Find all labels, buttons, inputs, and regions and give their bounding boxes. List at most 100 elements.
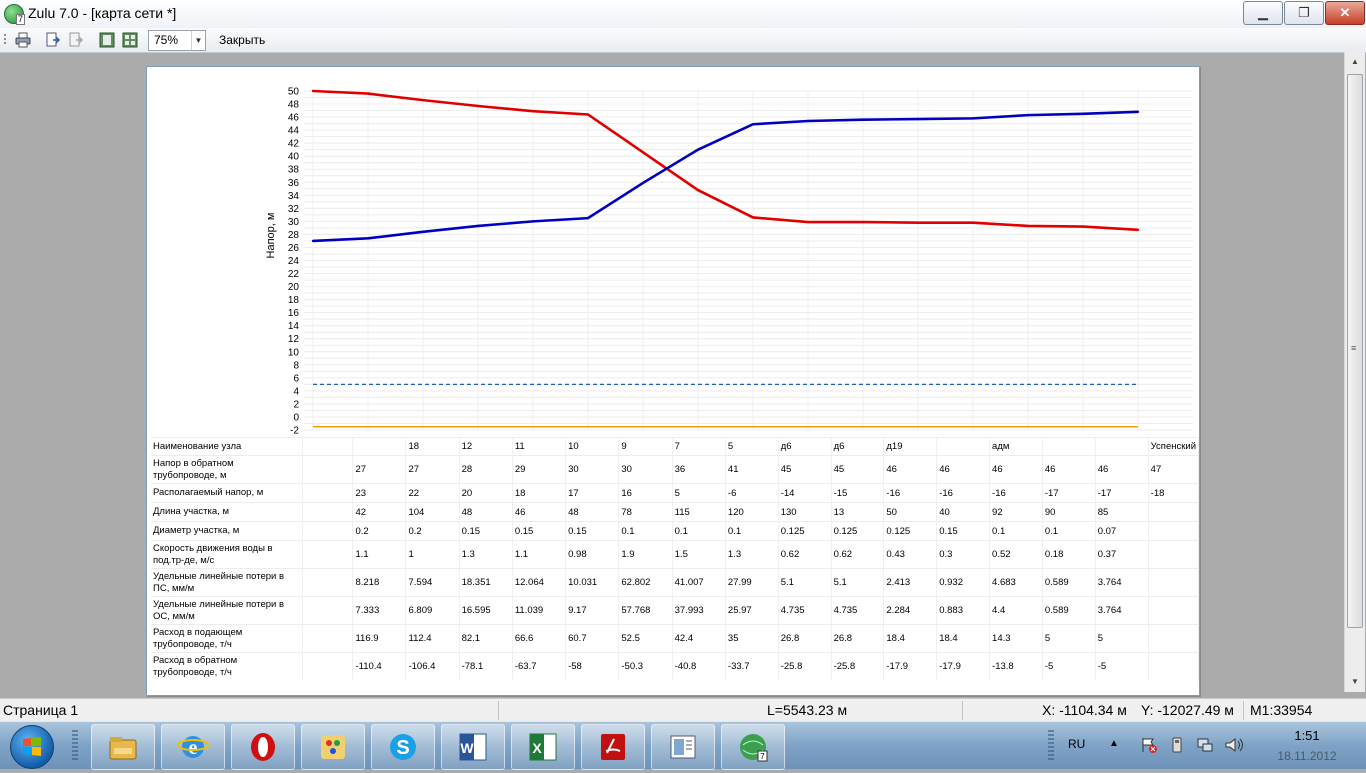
table-cell: 3.764 xyxy=(1095,596,1149,625)
close-window-button[interactable]: ✕ xyxy=(1325,1,1365,25)
taskbar-button-internet-explorer[interactable]: e xyxy=(161,724,225,770)
maximize-button[interactable]: ❐ xyxy=(1284,1,1324,25)
table-cell: 62.802 xyxy=(618,568,673,597)
taskbar-button-document-viewer[interactable] xyxy=(651,724,715,770)
data-point xyxy=(696,148,700,151)
zulu-icon: 7 xyxy=(740,734,768,762)
single-page-icon[interactable] xyxy=(99,32,115,48)
table-cell: -58 xyxy=(565,652,620,681)
table-cell: 48 xyxy=(565,502,620,522)
table-cell: 0.1 xyxy=(725,521,779,541)
table-cell: 30 xyxy=(618,455,673,484)
table-cell: 26.8 xyxy=(778,624,832,653)
table-cell: 0.18 xyxy=(1042,540,1096,569)
close-preview-button[interactable]: Закрыть xyxy=(219,33,265,47)
status-length: L=5543.23 м xyxy=(767,702,848,718)
table-cell: 13 xyxy=(831,502,885,522)
data-point xyxy=(971,117,975,120)
scroll-thumb[interactable]: ≡ xyxy=(1347,74,1363,628)
status-x-coordinate: X: -1104.34 м xyxy=(1042,702,1127,718)
data-point xyxy=(586,216,590,220)
table-cell: 25.97 xyxy=(725,596,779,625)
chevron-down-icon[interactable]: ▼ xyxy=(191,31,205,50)
taskbar-button-zulu[interactable]: 7 xyxy=(721,724,785,770)
table-cell: 46 xyxy=(1095,455,1149,484)
table-cell: д19 xyxy=(883,437,938,456)
table-row: Удельные линейные потери в ПС, мм/м 8.218… xyxy=(151,568,1199,597)
usb-device-icon[interactable] xyxy=(1168,736,1186,754)
table-row: Диаметр участка, м 0.2 0.2 0.15 0.15 0.15 0.1 0… xyxy=(151,521,1199,541)
multi-page-icon[interactable] xyxy=(122,32,138,48)
table-cell: 4.4 xyxy=(989,596,1043,625)
table-cell: 85 xyxy=(1095,502,1149,522)
table-cell: 37.993 xyxy=(672,596,726,625)
table-cell: -63.7 xyxy=(512,652,567,681)
row-label: Длина участка, м xyxy=(151,502,303,522)
table-cell: 90 xyxy=(1042,502,1096,522)
taskbar-button-opera[interactable] xyxy=(231,724,295,770)
table-cell: Успенский xyxy=(1148,437,1199,456)
table-cell xyxy=(936,437,991,456)
print-icon[interactable] xyxy=(15,32,31,48)
table-cell: 42.4 xyxy=(672,624,726,653)
minimize-button[interactable]: ▁ xyxy=(1243,1,1283,25)
table-cell: 27.99 xyxy=(725,568,779,597)
table-cell: -6 xyxy=(725,483,779,503)
y-tick-label: 48 xyxy=(288,100,300,111)
table-cell: 0.98 xyxy=(565,540,620,569)
table-cell xyxy=(1148,596,1199,625)
table-row: Скорость движения воды в под.тр-де, м/с 1… xyxy=(151,540,1199,569)
start-button[interactable] xyxy=(10,725,54,769)
taskbar-button-excel[interactable]: X xyxy=(511,724,575,770)
svg-text:7: 7 xyxy=(760,752,765,761)
table-cell xyxy=(302,596,354,625)
table-cell: 0.125 xyxy=(778,521,832,541)
table-cell: 1.5 xyxy=(672,540,726,569)
taskbar-button-word[interactable]: W xyxy=(441,724,505,770)
row-label: Удельные линейные потери в ОС, мм/м xyxy=(151,596,303,625)
table-cell: 9 xyxy=(618,437,673,456)
y-tick-label: 34 xyxy=(288,191,300,202)
page-back-icon[interactable] xyxy=(68,32,84,48)
zoom-select[interactable]: 75% ▼ xyxy=(148,30,206,51)
clock-time[interactable]: 1:51 xyxy=(1277,728,1337,743)
scroll-down-icon[interactable]: ▼ xyxy=(1347,674,1363,690)
y-tick-label: 44 xyxy=(288,126,300,137)
table-cell: 130 xyxy=(778,502,832,522)
table-cell: 7 xyxy=(672,437,726,456)
language-indicator[interactable]: RU xyxy=(1068,737,1085,751)
taskbar-button-skype[interactable]: S xyxy=(371,724,435,770)
data-point xyxy=(1026,113,1030,117)
table-cell: 120 xyxy=(725,502,779,522)
volume-icon[interactable] xyxy=(1224,736,1244,754)
action-center-flag-icon[interactable] xyxy=(1140,736,1158,754)
taskbar-button-pdf-reader[interactable] xyxy=(581,724,645,770)
table-cell: 28 xyxy=(459,455,513,484)
data-point xyxy=(806,119,810,123)
y-tick-label: 42 xyxy=(288,139,300,150)
show-hidden-icons-icon[interactable]: ▲ xyxy=(1109,738,1119,749)
table-cell xyxy=(1148,540,1199,569)
data-point xyxy=(1081,112,1085,116)
taskbar-button-explorer[interactable] xyxy=(91,724,155,770)
page-forward-icon[interactable] xyxy=(45,32,61,48)
network-icon[interactable] xyxy=(1196,736,1214,754)
table-cell: 8.218 xyxy=(352,568,407,597)
table-cell xyxy=(1042,437,1096,456)
table-cell: 14.3 xyxy=(989,624,1043,653)
table-cell: 0.62 xyxy=(778,540,832,569)
taskbar-button-paint[interactable] xyxy=(301,724,365,770)
table-row: Расход в обратном трубопроводе, т/ч -110.… xyxy=(151,652,1199,681)
table-row: Напор в обратном трубопроводе, м 27 27 28 29… xyxy=(151,455,1199,484)
table-cell: -17 xyxy=(1042,483,1096,503)
vertical-scrollbar[interactable]: ▲ ≡ ▼ xyxy=(1344,52,1365,692)
table-cell: 45 xyxy=(778,455,832,484)
table-cell: -5 xyxy=(1095,652,1149,681)
table-cell: 60.7 xyxy=(565,624,620,653)
table-cell: 18.351 xyxy=(459,568,513,597)
table-cell: 0.589 xyxy=(1042,596,1096,625)
scroll-up-icon[interactable]: ▲ xyxy=(1347,54,1363,70)
clock-date[interactable]: 18.11.2012 xyxy=(1263,749,1351,763)
zulu-app-icon[interactable]: 7 xyxy=(4,4,25,25)
table-cell: 116.9 xyxy=(352,624,407,653)
